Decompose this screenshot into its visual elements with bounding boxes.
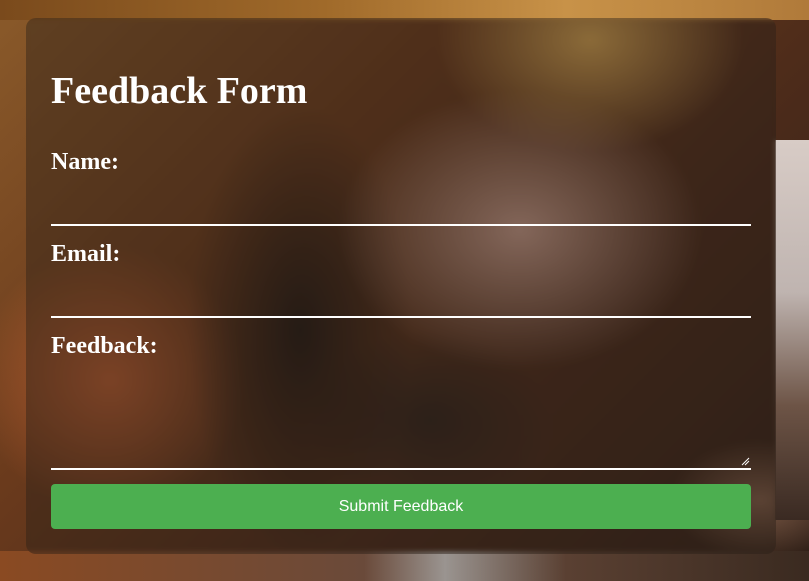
email-input[interactable]: [51, 282, 751, 318]
form-title: Feedback Form: [51, 70, 308, 112]
feedback-form-card: Feedback Form Name: Email: Feedback: Sub…: [26, 18, 776, 554]
feedback-textarea[interactable]: [51, 352, 751, 470]
submit-feedback-button[interactable]: Submit Feedback: [51, 484, 751, 529]
name-input[interactable]: [51, 190, 751, 226]
email-label: Email:: [51, 241, 121, 267]
background-strip-bottom: [0, 551, 809, 581]
name-label: Name:: [51, 149, 119, 175]
resize-grip-icon[interactable]: [740, 456, 750, 466]
background-strip-top: [0, 0, 809, 20]
background-strip-right: [775, 140, 809, 520]
